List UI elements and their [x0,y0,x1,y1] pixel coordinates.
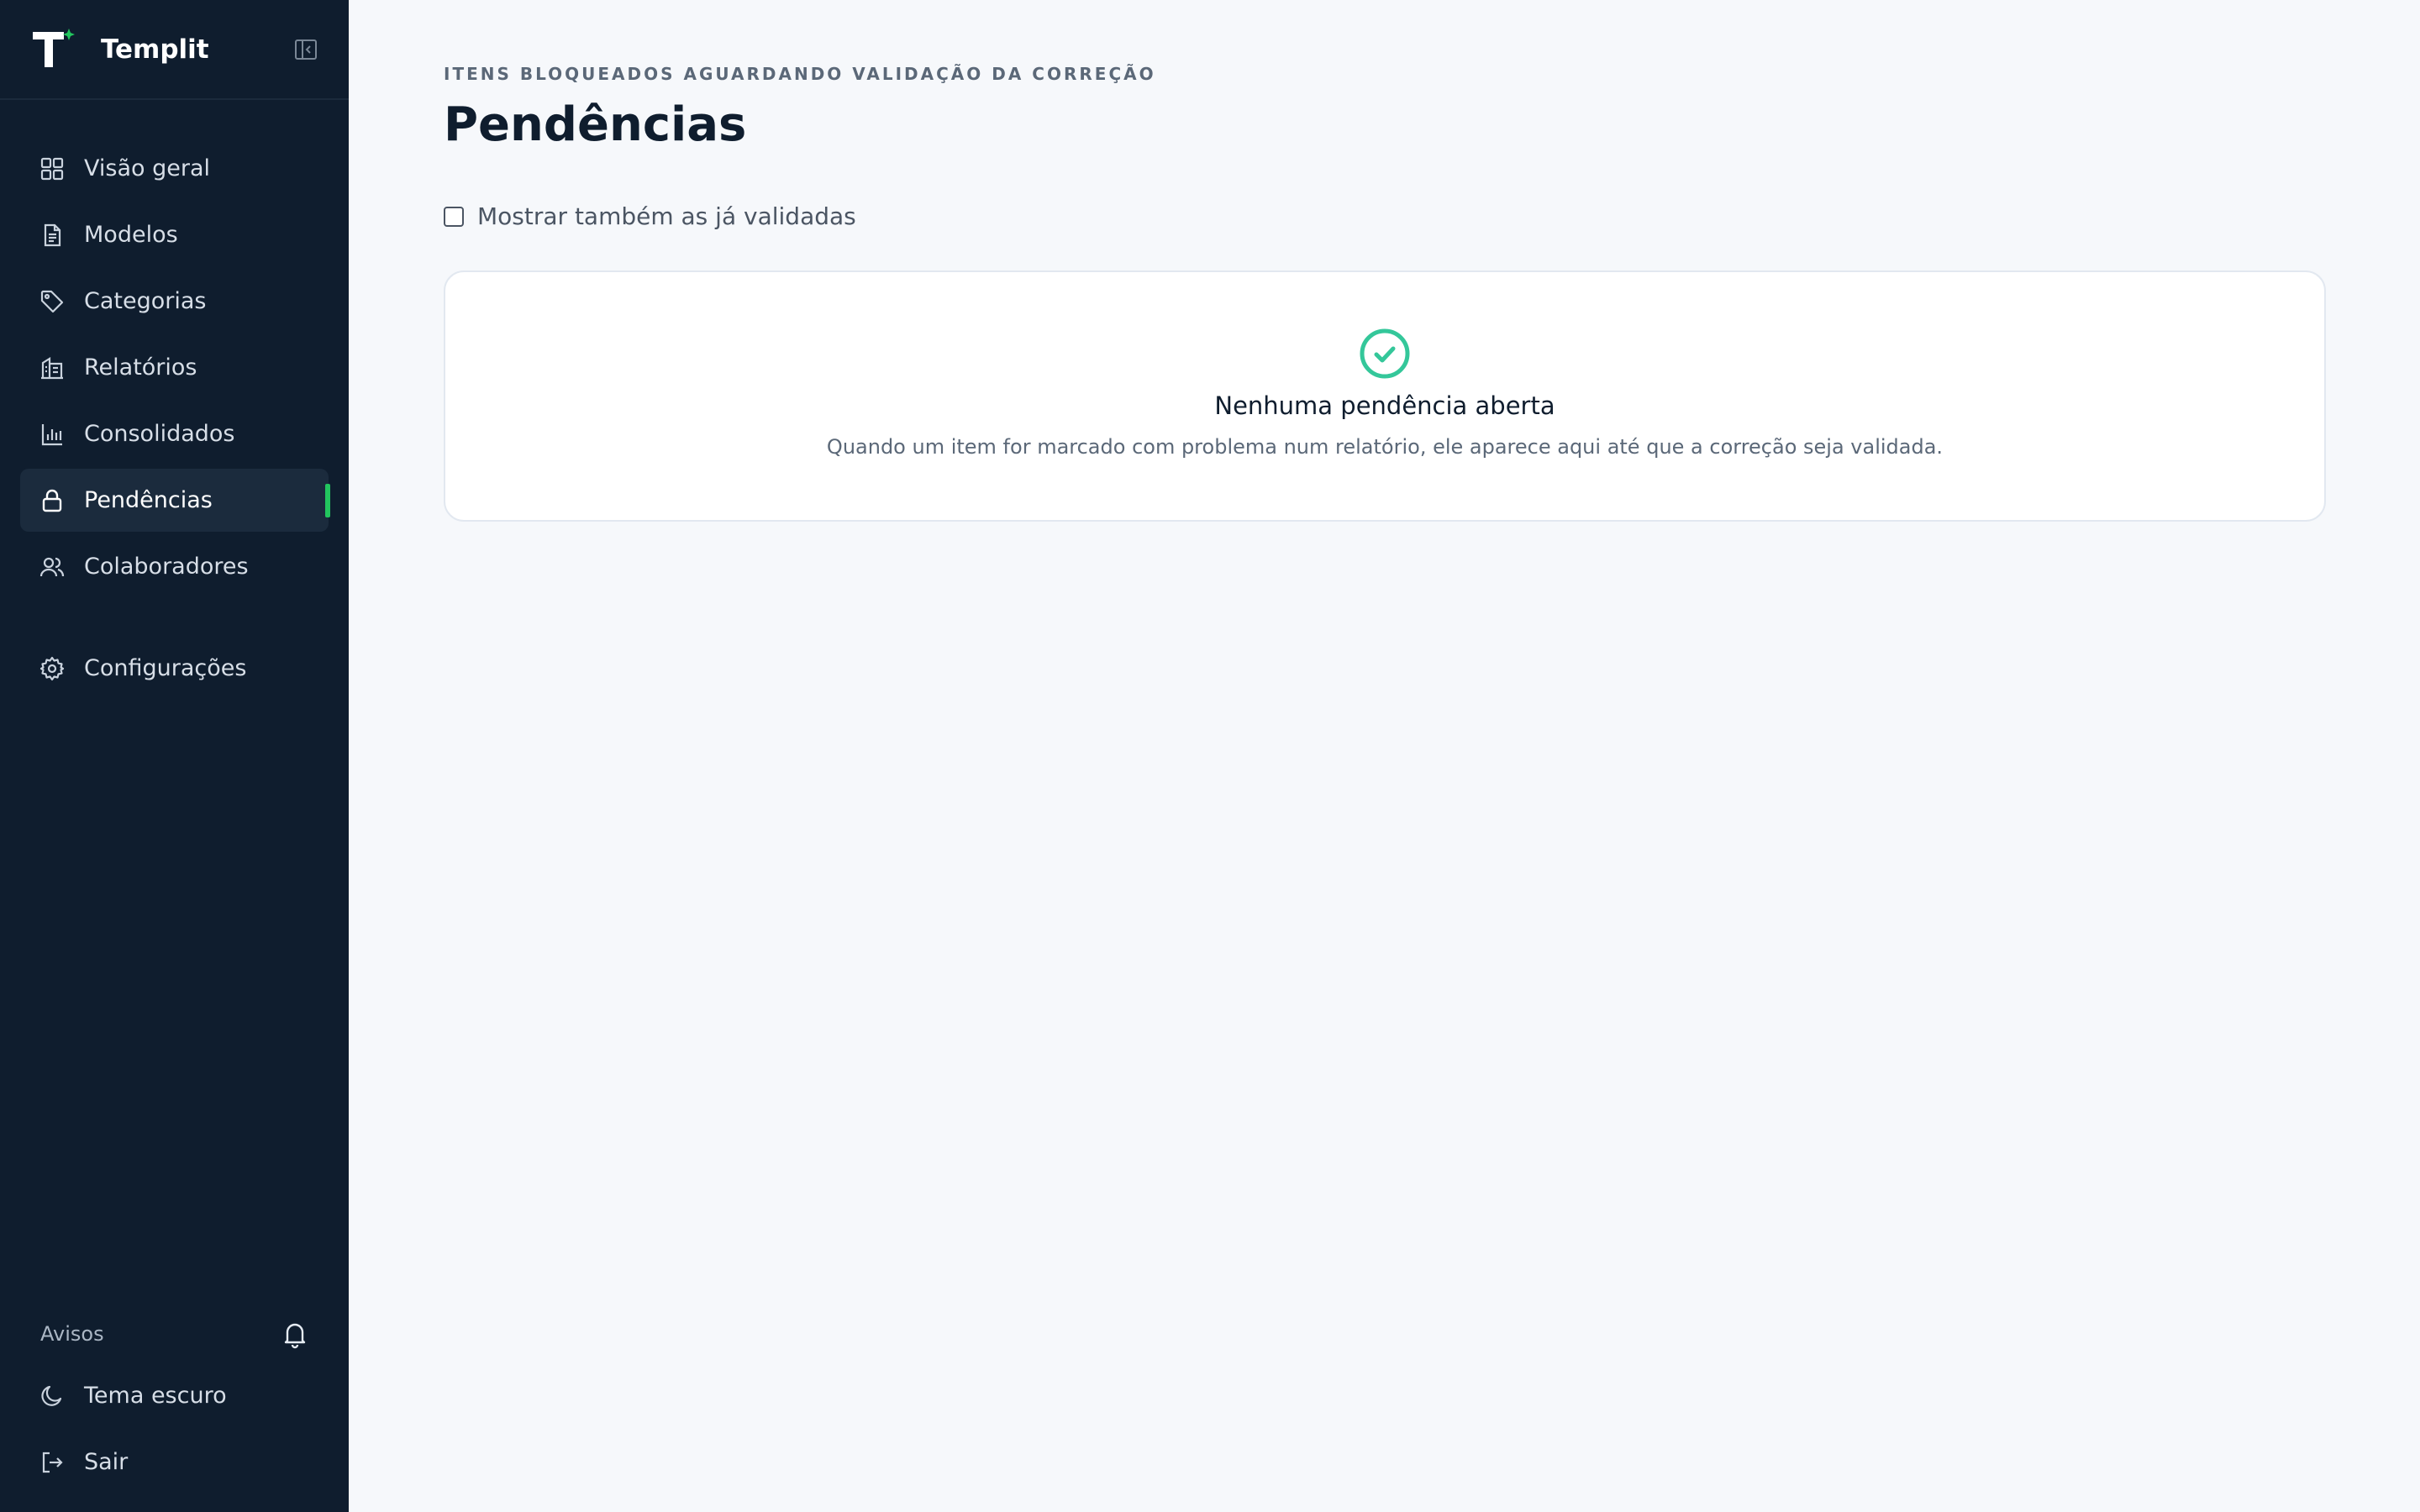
avisos-row: Avisos [0,1304,349,1364]
sidebar-item-label: Configurações [84,655,247,681]
sidebar-item-label: Categorias [84,288,207,314]
sidebar-item-pendencias[interactable]: Pendências [20,469,330,532]
bar-chart-icon [39,421,66,448]
brand-header: Templit [0,0,349,100]
tag-icon [39,288,66,315]
document-icon [39,222,66,249]
brand-name: Templit [101,34,209,65]
logout-icon [39,1449,66,1476]
moon-icon [39,1383,66,1410]
sidebar-collapse-icon [295,39,317,60]
grid-icon [39,155,66,182]
sidebar-item-visao-geral[interactable]: Visão geral [20,137,329,200]
sidebar-bottom: Avisos Tema escuro Sair [0,1304,349,1512]
logout-button[interactable]: Sair [20,1431,329,1494]
theme-toggle-button[interactable]: Tema escuro [20,1364,329,1427]
collapse-sidebar-button[interactable] [292,35,320,64]
app-root: Templit Visão geral Modelos Categorias R… [0,0,2420,1512]
show-validated-filter[interactable]: Mostrar também as já validadas [444,202,2326,230]
logout-label: Sair [84,1449,129,1475]
gear-icon [39,655,66,682]
empty-state-card: Nenhuma pendência aberta Quando um item … [444,270,2326,522]
sidebar-item-categorias[interactable]: Categorias [20,270,329,333]
bell-icon[interactable] [280,1319,310,1349]
sidebar-item-label: Colaboradores [84,554,249,580]
empty-state-title: Nenhuma pendência aberta [1214,391,1555,420]
theme-toggle-label: Tema escuro [84,1383,227,1409]
sidebar-item-label: Consolidados [84,421,235,447]
sidebar-item-label: Relatórios [84,354,197,381]
sidebar-item-configuracoes[interactable]: Configurações [20,637,329,700]
main-content: ITENS BLOQUEADOS AGUARDANDO VALIDAÇÃO DA… [349,0,2420,1512]
sidebar-item-consolidados[interactable]: Consolidados [20,402,329,465]
empty-state-text: Quando um item for marcado com problema … [826,435,1944,459]
sidebar-item-label: Pendências [84,487,213,513]
sidebar-item-modelos[interactable]: Modelos [20,203,329,266]
lock-icon [39,487,66,514]
sidebar: Templit Visão geral Modelos Categorias R… [0,0,349,1512]
show-validated-label: Mostrar também as já validadas [477,202,856,230]
page-eyebrow: ITENS BLOQUEADOS AGUARDANDO VALIDAÇÃO DA… [444,64,1156,84]
sidebar-nav: Visão geral Modelos Categorias Relatório… [0,100,349,703]
show-validated-checkbox[interactable] [444,206,464,227]
sidebar-item-label: Modelos [84,222,178,248]
sidebar-item-relatorios[interactable]: Relatórios [20,336,329,399]
page-title: Pendências [444,97,747,152]
sidebar-item-label: Visão geral [84,155,210,181]
sidebar-item-colaboradores[interactable]: Colaboradores [20,535,329,598]
check-circle-icon [1360,328,1410,379]
building-icon [39,354,66,381]
templit-logo-icon[interactable] [30,27,76,72]
avisos-label: Avisos [40,1322,104,1346]
users-icon [39,554,66,580]
